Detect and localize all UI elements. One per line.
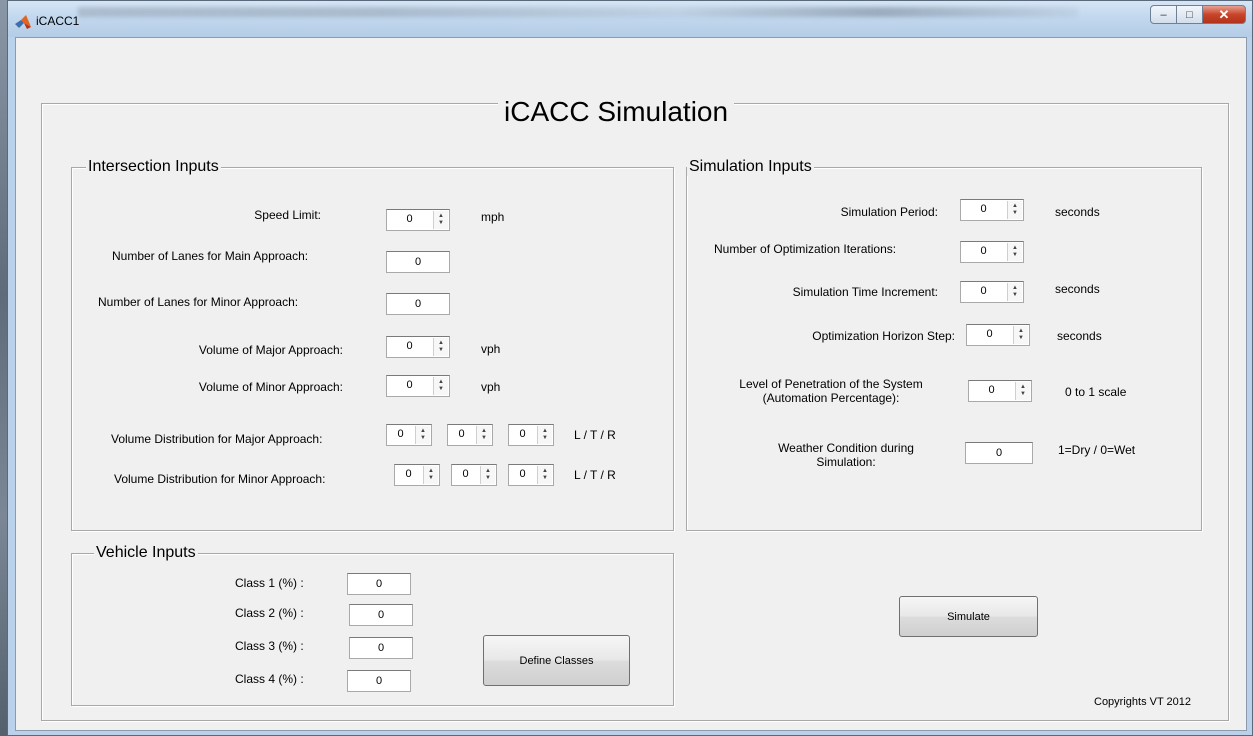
spinner-arrows-icon[interactable]: ▲ ▼	[476, 426, 491, 444]
dist-minor-left-spinner[interactable]: 0 ▲ ▼	[394, 464, 440, 486]
define-classes-button[interactable]: Define Classes	[483, 635, 630, 686]
spinner-arrows-icon[interactable]: ▲ ▼	[1013, 326, 1028, 344]
simulation-panel-title: Simulation Inputs	[687, 158, 814, 176]
dist-minor-through-spinner[interactable]: 0 ▲ ▼	[451, 464, 497, 486]
penetration-spinner[interactable]: 0 ▲ ▼	[968, 380, 1032, 402]
spinner-arrows-icon[interactable]: ▲ ▼	[1015, 382, 1030, 400]
time-inc-unit: seconds	[1055, 282, 1100, 296]
class-2-input[interactable]: 0	[349, 604, 413, 626]
horizon-unit: seconds	[1057, 329, 1102, 343]
lanes-minor-input[interactable]: 0	[386, 293, 450, 315]
dist-minor-through-value: 0	[462, 468, 469, 480]
sim-period-spinner[interactable]: 0 ▲ ▼	[960, 199, 1024, 221]
class-1-input[interactable]: 0	[347, 573, 411, 595]
spinner-arrows-icon[interactable]: ▲ ▼	[1007, 283, 1022, 301]
minimize-button[interactable]: –	[1150, 5, 1177, 24]
dist-minor-right-value: 0	[519, 468, 526, 480]
horizon-spinner[interactable]: 0 ▲ ▼	[966, 324, 1030, 346]
vehicle-panel-title: Vehicle Inputs	[94, 544, 198, 562]
app-window: iCACC1 – □ ✕ iCACC Simulation Intersecti…	[7, 0, 1253, 736]
dist-major-through-spinner[interactable]: 0 ▲ ▼	[447, 424, 493, 446]
class-4-label: Class 4 (%) :	[235, 672, 304, 686]
vol-minor-unit: vph	[481, 380, 501, 394]
dist-major-left-spinner[interactable]: 0 ▲ ▼	[386, 424, 432, 446]
spinner-arrows-icon[interactable]: ▲ ▼	[1007, 201, 1022, 219]
copyright-text: Copyrights VT 2012	[1094, 696, 1192, 708]
figure-client-area: iCACC Simulation Intersection Inputs Spe…	[15, 37, 1247, 731]
spinner-arrows-icon[interactable]: ▲ ▼	[537, 426, 552, 444]
matlab-logo-icon	[15, 15, 31, 29]
penetration-label: Level of Penetration of the System (Auto…	[739, 377, 923, 405]
dist-major-through-value: 0	[458, 428, 465, 440]
weather-unit: 1=Dry / 0=Wet	[1058, 443, 1136, 457]
horizon-label: Optimization Horizon Step:	[812, 329, 955, 343]
opt-iterations-value: 0	[980, 245, 987, 257]
penetration-value: 0	[988, 384, 995, 396]
vol-major-label: Volume of Major Approach:	[198, 343, 343, 357]
vol-major-spinner[interactable]: 0 ▲ ▼	[386, 336, 450, 358]
penetration-unit: 0 to 1 scale	[1065, 385, 1127, 399]
vol-minor-value: 0	[406, 379, 413, 391]
title-bar-blur	[78, 7, 1078, 17]
class-3-label: Class 3 (%) :	[235, 639, 304, 653]
dist-major-label: Volume Distribution for Major Approach:	[111, 432, 323, 446]
class-3-input[interactable]: 0	[349, 637, 413, 659]
dist-major-left-value: 0	[397, 428, 404, 440]
sim-period-value: 0	[980, 203, 987, 215]
page-title: iCACC Simulation	[498, 96, 735, 128]
opt-iterations-spinner[interactable]: 0 ▲ ▼	[960, 241, 1024, 263]
dist-major-right-spinner[interactable]: 0 ▲ ▼	[508, 424, 554, 446]
spinner-arrows-icon[interactable]: ▲ ▼	[433, 338, 448, 356]
dist-major-right-value: 0	[519, 428, 526, 440]
spinner-arrows-icon[interactable]: ▲ ▼	[433, 377, 448, 395]
speed-limit-unit: mph	[481, 210, 505, 224]
sim-period-label: Simulation Period:	[840, 205, 938, 219]
spinner-arrows-icon[interactable]: ▲ ▼	[1007, 243, 1022, 261]
weather-input[interactable]: 0	[965, 442, 1033, 464]
speed-limit-value: 0	[406, 213, 413, 225]
simulation-panel	[686, 167, 1202, 531]
weather-label: Weather Condition during Simulation:	[778, 441, 914, 469]
class-2-label: Class 2 (%) :	[235, 606, 304, 620]
vol-major-unit: vph	[481, 342, 501, 356]
simulate-button[interactable]: Simulate	[899, 596, 1038, 637]
close-button[interactable]: ✕	[1202, 5, 1246, 24]
spinner-arrows-icon[interactable]: ▲ ▼	[537, 466, 552, 484]
lanes-main-input[interactable]: 0	[386, 251, 450, 273]
class-4-input[interactable]: 0	[347, 670, 411, 692]
intersection-panel-title: Intersection Inputs	[86, 158, 221, 176]
speed-limit-spinner[interactable]: 0 ▲ ▼	[386, 209, 450, 231]
dist-major-unit: L / T / R	[574, 428, 616, 442]
class-1-label: Class 1 (%) :	[235, 576, 304, 590]
window-controls: – □ ✕	[1150, 5, 1246, 24]
horizon-value: 0	[986, 328, 993, 340]
title-bar[interactable]: iCACC1 – □ ✕	[8, 1, 1252, 37]
window-title: iCACC1	[36, 14, 80, 28]
vol-major-value: 0	[406, 340, 413, 352]
spinner-arrows-icon[interactable]: ▲ ▼	[423, 466, 438, 484]
lanes-main-label: Number of Lanes for Main Approach:	[112, 249, 309, 263]
dist-minor-label: Volume Distribution for Minor Approach:	[114, 472, 326, 486]
maximize-button[interactable]: □	[1176, 5, 1203, 24]
time-inc-spinner[interactable]: 0 ▲ ▼	[960, 281, 1024, 303]
dist-minor-right-spinner[interactable]: 0 ▲ ▼	[508, 464, 554, 486]
lanes-minor-label: Number of Lanes for Minor Approach:	[98, 295, 299, 309]
speed-limit-label: Speed Limit:	[254, 208, 321, 222]
sim-period-unit: seconds	[1055, 205, 1100, 219]
dist-minor-unit: L / T / R	[574, 468, 616, 482]
spinner-arrows-icon[interactable]: ▲ ▼	[415, 426, 430, 444]
vol-minor-label: Volume of Minor Approach:	[198, 380, 343, 394]
time-inc-value: 0	[980, 285, 987, 297]
time-inc-label: Simulation Time Increment:	[792, 285, 938, 299]
spinner-arrows-icon[interactable]: ▲ ▼	[433, 211, 448, 229]
vol-minor-spinner[interactable]: 0 ▲ ▼	[386, 375, 450, 397]
dist-minor-left-value: 0	[405, 468, 412, 480]
opt-iterations-label: Number of Optimization Iterations:	[714, 242, 897, 256]
spinner-arrows-icon[interactable]: ▲ ▼	[480, 466, 495, 484]
